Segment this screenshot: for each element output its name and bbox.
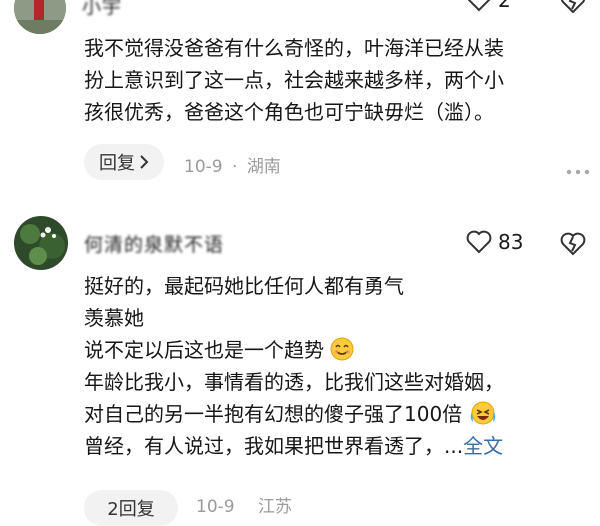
reply-label: 回复 (99, 153, 135, 174)
avatar[interactable] (14, 0, 66, 34)
heart-icon (466, 230, 492, 254)
like-count: 83 (498, 230, 524, 254)
heart-broken-icon (560, 232, 586, 256)
comment-line-text: 说不定以后这也是一个趋势 (84, 338, 324, 362)
comment-text: 我不觉得没爸爸有什么奇怪的，叶海洋已经从装 扮上意识到了这一点，社会越来越多样，… (84, 32, 504, 128)
comment-line: 羡慕她 (84, 306, 144, 330)
meta-separator: · (232, 157, 238, 177)
comment-line: 挺好的，最起码她比任何人都有勇气 (84, 274, 404, 298)
comment-line: 说不定以后这也是一个趋势 (84, 334, 504, 366)
comment-line: 曾经，有人说过，我如果把世界看透了，...全文 (84, 430, 504, 462)
heart-broken-icon (560, 0, 586, 14)
comment-line-text: 对自己的另一半抱有幻想的傻子强了100倍 (84, 402, 463, 426)
more-options-button[interactable] (566, 160, 590, 179)
heart-icon (466, 0, 492, 12)
avatar-image (14, 0, 66, 34)
comment-date: 10-9 (184, 157, 223, 177)
comment-location: 江苏 (258, 497, 292, 517)
laugh-cry-emoji-icon (469, 400, 497, 426)
comment-line: 孩很优秀，爸爸这个角色也可宁缺毋烂（滥）。 (84, 100, 494, 124)
reply-button[interactable]: 2回复 (84, 490, 178, 526)
comment-line: 扮上意识到了这一点，社会越来越多样，两个小 (84, 68, 504, 92)
avatar-image (14, 216, 68, 270)
username[interactable]: 何清的泉默不语 (84, 230, 224, 257)
comment-line: 我不觉得没爸爸有什么奇怪的，叶海洋已经从装 (84, 36, 504, 60)
chevron-right-icon (139, 155, 149, 169)
dislike-button[interactable] (560, 0, 586, 18)
expand-full-text-link[interactable]: 全文 (463, 434, 503, 458)
comment-meta: 10-9 · 湖南 (184, 152, 281, 177)
like-button[interactable]: 83 (466, 230, 523, 254)
dislike-button[interactable] (560, 232, 586, 260)
comment-line: 对自己的另一半抱有幻想的傻子强了100倍 (84, 398, 504, 430)
more-icon (566, 169, 590, 175)
reply-label: 2回复 (107, 499, 155, 520)
ellipsis: ... (444, 434, 464, 458)
comment-location: 湖南 (246, 157, 281, 177)
username[interactable]: 小宇 (82, 0, 122, 19)
comment-date: 10-9 (196, 497, 235, 517)
comment-text: 挺好的，最起码她比任何人都有勇气 羡慕她 说不定以后这也是一个趋势 年龄比我小，… (84, 270, 504, 462)
reply-button[interactable]: 回复 (84, 144, 164, 180)
like-count: 2 (498, 0, 511, 12)
comment-line: 年龄比我小，事情看的透，比我们这些对婚姻， (84, 370, 504, 394)
comment-line-text: 曾经，有人说过，我如果把世界看透了， (84, 434, 444, 458)
like-button[interactable]: 2 (466, 0, 511, 12)
avatar[interactable] (14, 216, 68, 270)
comment-meta: 10-9 江苏 (196, 492, 292, 517)
smile-emoji-icon (330, 337, 354, 361)
